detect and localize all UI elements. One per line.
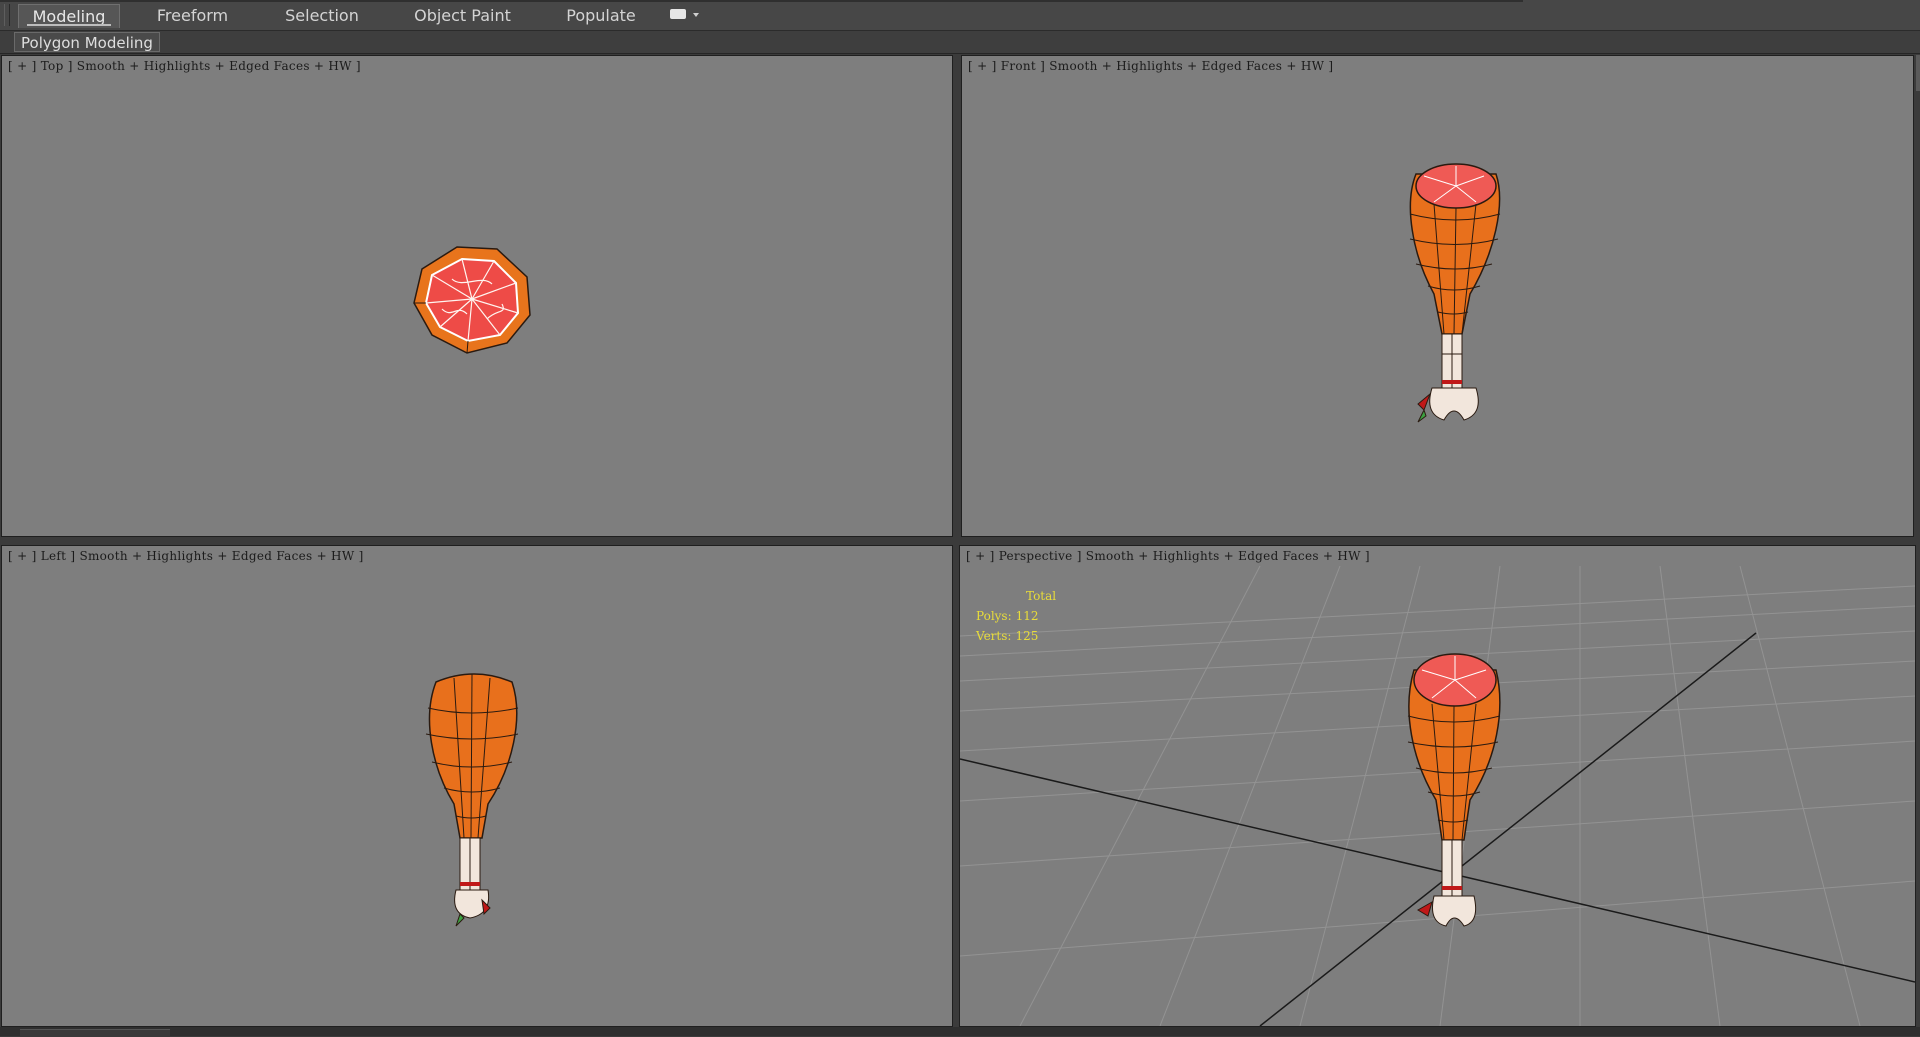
tab-freeform-label: Freeform <box>156 6 229 25</box>
ribbon-options-icon <box>670 9 686 19</box>
tab-populate[interactable]: Populate <box>555 4 647 28</box>
chevron-down-icon <box>693 13 699 17</box>
scrollbar-edge[interactable] <box>1916 55 1920 91</box>
ribbon-panel: Polygon Modeling <box>0 31 1920 54</box>
tab-selection-label: Selection <box>285 6 359 25</box>
top-view-mesh <box>413 246 531 354</box>
viewport-menu-plus[interactable]: + <box>975 549 985 563</box>
tab-object-paint-label: Object Paint <box>414 6 511 25</box>
scene-statistics: Total Polys: 112 Verts: 125 <box>976 586 1056 646</box>
viewport-view-name[interactable]: Perspective <box>999 549 1073 563</box>
viewport-label-perspective: [ + ] Perspective ] Smooth + Highlights … <box>966 549 1370 563</box>
viewport-left[interactable]: [ + ] Left ] Smooth + Highlights + Edged… <box>1 545 953 1027</box>
polygon-modeling-panel-button[interactable]: Polygon Modeling <box>14 32 160 52</box>
stats-verts-label: Verts: <box>976 629 1012 643</box>
tab-modeling[interactable]: Modeling <box>18 4 120 28</box>
stats-verts-row: Verts: 125 <box>976 626 1056 646</box>
ribbon-options-dropdown[interactable] <box>670 9 700 23</box>
ribbon-top-line <box>0 0 1523 2</box>
tab-populate-label: Populate <box>566 6 636 25</box>
active-tab-underline <box>27 24 111 26</box>
tab-selection[interactable]: Selection <box>272 4 372 28</box>
stats-total-label: Total <box>1026 589 1057 603</box>
viewport-perspective[interactable]: [ + ] Perspective ] Smooth + Highlights … <box>959 545 1916 1027</box>
ribbon-grip-handle[interactable] <box>4 4 10 26</box>
left-view-mesh <box>425 673 519 927</box>
front-view-mesh <box>1409 163 1501 423</box>
status-bar <box>0 1027 1920 1037</box>
viewport-front[interactable]: [ + ] Front ] Smooth + Highlights + Edge… <box>961 55 1914 537</box>
viewport-shading-mode[interactable]: Smooth + Highlights + Edged Faces + HW <box>1086 549 1361 563</box>
stats-verts-value: 125 <box>1015 629 1039 643</box>
tab-object-paint[interactable]: Object Paint <box>405 4 520 28</box>
ribbon-tab-bar: Modeling Freeform Selection Object Paint… <box>0 0 1920 31</box>
polygon-modeling-label: Polygon Modeling <box>21 34 153 52</box>
perspective-grid-and-mesh <box>960 565 1915 1026</box>
stats-polys-label: Polys: <box>976 609 1012 623</box>
viewport-top[interactable]: [ + ] Top ] Smooth + Highlights + Edged … <box>1 55 953 537</box>
stats-polys-value: 112 <box>1015 609 1039 623</box>
stats-polys-row: Polys: 112 <box>976 606 1056 626</box>
tab-freeform[interactable]: Freeform <box>140 4 245 28</box>
